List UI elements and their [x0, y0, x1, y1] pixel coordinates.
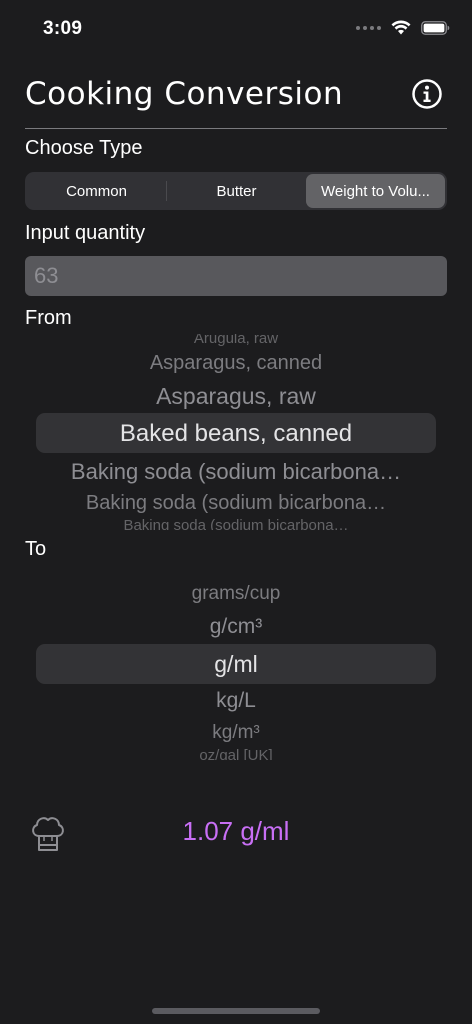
info-circle-icon: [412, 79, 442, 109]
status-time: 3:09: [43, 18, 83, 39]
status-icons: [356, 20, 450, 35]
from-picker-item[interactable]: Asparagus, raw: [25, 381, 447, 411]
from-picker-item[interactable]: Baking soda (sodium bicarbona…: [36, 457, 436, 487]
from-picker-item[interactable]: Baking soda (sodium bicarbona…: [36, 490, 436, 516]
conversion-result: 1.07 g/ml: [182, 816, 290, 846]
from-picker-item[interactable]: Baking soda (sodium bicarbona…: [36, 518, 436, 530]
to-picker-item[interactable]: kg/m³: [25, 720, 447, 746]
wifi-icon: [391, 20, 411, 35]
status-bar: 3:09: [0, 0, 472, 60]
choose-type-label: Choose Type: [25, 137, 143, 159]
home-indicator[interactable]: [152, 1008, 320, 1014]
battery-icon: [421, 20, 450, 35]
from-picker-item[interactable]: Arugula, raw: [25, 334, 447, 347]
to-picker-item[interactable]: g/cm³: [25, 612, 447, 642]
to-picker-item[interactable]: oz/gal [UK]: [25, 748, 447, 760]
quantity-input[interactable]: [25, 256, 447, 296]
from-picker-item-selected[interactable]: Baked beans, canned: [25, 418, 447, 450]
segment-common[interactable]: Common: [27, 174, 166, 208]
segment-butter[interactable]: Butter: [167, 174, 306, 208]
from-label: From: [25, 307, 72, 329]
from-picker[interactable]: Arugula, raw Asparagus, canned Asparagus…: [25, 334, 447, 530]
header: Cooking Conversion: [25, 74, 447, 116]
header-divider: [25, 128, 447, 129]
to-picker[interactable]: grams/cup g/cm³ g/ml kg/L kg/m³ oz/gal […: [25, 574, 447, 760]
from-picker-item[interactable]: Asparagus, canned: [25, 350, 447, 376]
input-quantity-label: Input quantity: [25, 222, 146, 244]
segment-weight-to-volume[interactable]: Weight to Volu...: [306, 174, 445, 208]
cellular-signal-icon: [356, 25, 381, 30]
to-picker-item-selected[interactable]: g/ml: [25, 648, 447, 680]
type-segmented-control: Common Butter Weight to Volu...: [25, 172, 447, 210]
to-picker-item[interactable]: kg/L: [25, 686, 447, 716]
page-title: Cooking Conversion: [25, 76, 344, 112]
info-button[interactable]: [411, 78, 443, 110]
to-picker-item[interactable]: grams/cup: [25, 581, 447, 607]
to-label: To: [25, 538, 47, 560]
